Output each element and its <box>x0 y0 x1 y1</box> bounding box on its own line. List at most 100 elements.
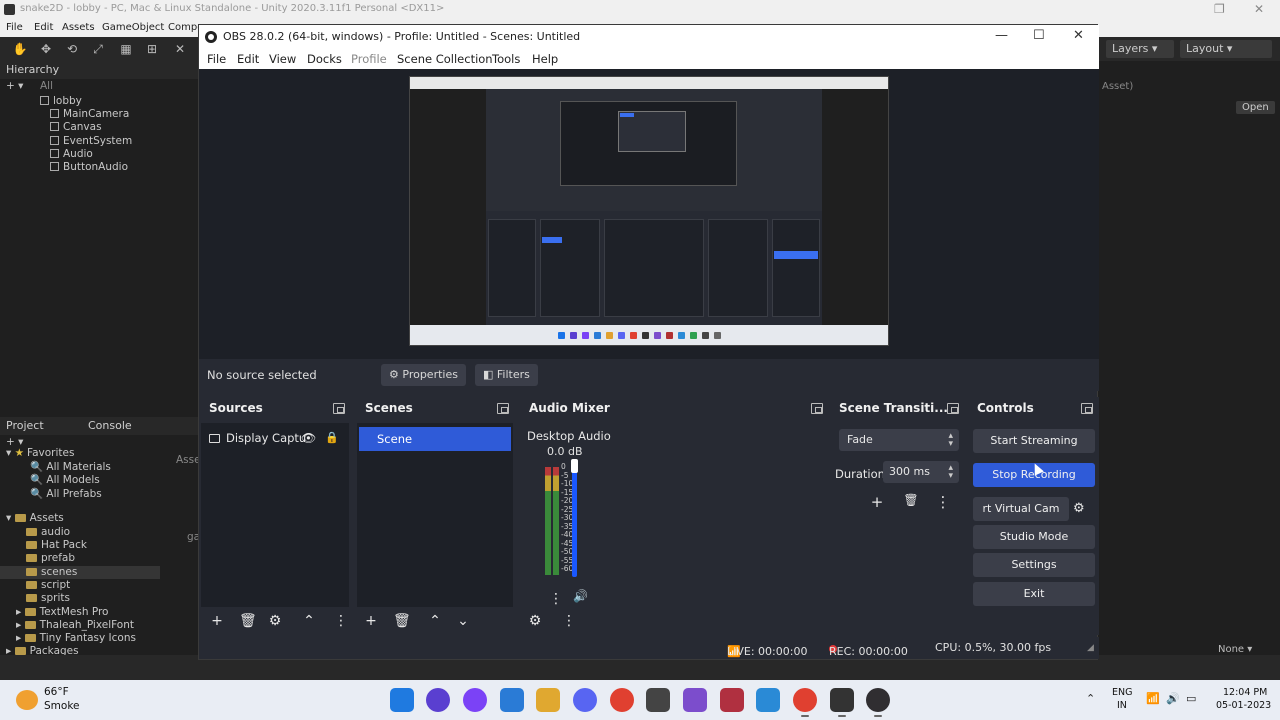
asset-folder[interactable]: scenes <box>26 566 77 578</box>
hierarchy-item[interactable]: Audio <box>50 148 93 160</box>
unity-menu-gameobject[interactable]: GameObject <box>102 22 164 33</box>
obs-icon[interactable] <box>866 688 890 717</box>
language-indicator[interactable]: ENG <box>1112 687 1132 698</box>
asset-folder[interactable]: Hat Pack <box>26 539 87 551</box>
discord-icon[interactable] <box>573 688 597 712</box>
studio-mode-button[interactable]: Studio Mode <box>973 525 1095 549</box>
layout-dropdown[interactable]: Layout ▾ <box>1180 40 1272 58</box>
asset-folder[interactable]: script <box>26 579 70 591</box>
program-preview[interactable] <box>409 76 889 346</box>
tab-console[interactable]: Console <box>88 419 132 432</box>
transition-menu-icon[interactable]: ⋮ <box>935 493 951 511</box>
unity-menu-file[interactable]: File <box>6 22 23 33</box>
filters-button[interactable]: ◧ Filters <box>475 364 538 386</box>
clock-time[interactable]: 12:04 PM <box>1223 687 1267 698</box>
more-options-icon[interactable]: ⋮ <box>333 613 349 629</box>
favorite-item[interactable]: 🔍 All Materials <box>30 460 111 473</box>
eye-icon[interactable]: 👁 <box>301 431 316 445</box>
undock-icon[interactable] <box>333 403 345 414</box>
app-icon[interactable] <box>463 688 487 712</box>
asset-folder[interactable]: ▸ Thaleah_PixelFont <box>16 619 134 631</box>
start-icon[interactable] <box>390 688 414 712</box>
virtual-cam-settings-icon[interactable]: ⚙ <box>1073 501 1085 516</box>
hierarchy-item[interactable]: ButtonAudio <box>50 161 128 173</box>
chrome-icon[interactable] <box>610 688 634 712</box>
unity-icon[interactable] <box>830 688 854 717</box>
none-dropdown[interactable]: None ▾ <box>1218 644 1252 655</box>
transition-select[interactable]: Fade ▴ ▾ <box>839 429 959 451</box>
mail-icon[interactable] <box>500 688 524 712</box>
add-transition-icon[interactable]: + <box>869 493 885 511</box>
properties-button[interactable]: ⚙ Properties <box>381 364 466 386</box>
remove-transition-icon[interactable]: 🗑 <box>903 493 919 507</box>
hierarchy-scene-lobby[interactable]: lobby <box>40 95 82 107</box>
minimize-icon[interactable]: — <box>995 28 1008 43</box>
undock-icon[interactable] <box>1081 403 1093 414</box>
open-button[interactable]: Open <box>1236 101 1275 114</box>
menu-tools[interactable]: Tools <box>492 52 520 66</box>
assets-folder[interactable]: ▾ Assets <box>6 512 64 524</box>
hand-tool-icon[interactable]: ✋ <box>12 41 28 57</box>
menu-view[interactable]: View <box>269 52 296 66</box>
file-explorer-icon[interactable] <box>536 688 560 712</box>
unity-menu-assets[interactable]: Assets <box>62 22 95 33</box>
menu-file[interactable]: File <box>207 52 226 66</box>
wifi-icon[interactable]: 📶 <box>1146 692 1160 705</box>
resize-grip-icon[interactable]: ◢ <box>1087 643 1094 653</box>
hierarchy-item[interactable]: Canvas <box>50 121 102 133</box>
layers-dropdown[interactable]: Layers ▾ <box>1106 40 1174 58</box>
unity-close-icon[interactable]: ✕ <box>1254 2 1264 16</box>
menu-profile[interactable]: Profile <box>351 52 387 66</box>
start-virtual-cam-button[interactable]: rt Virtual Cam <box>973 497 1069 521</box>
battery-icon[interactable]: ▭ <box>1186 692 1196 705</box>
volume-fader[interactable] <box>571 459 578 577</box>
transform-tool-icon[interactable]: ⊞ <box>144 41 160 57</box>
custom-tool-icon[interactable]: ✕ <box>172 41 188 57</box>
hierarchy-item[interactable]: MainCamera <box>50 108 129 120</box>
scale-tool-icon[interactable]: ⤢ <box>90 41 106 57</box>
visual-studio-icon[interactable] <box>683 688 707 712</box>
asset-folder[interactable]: prefab <box>26 552 75 564</box>
speaker-icon[interactable]: 🔊 <box>573 589 588 603</box>
red-app-icon[interactable] <box>720 688 744 712</box>
unity-restore-icon[interactable]: ❐ <box>1214 2 1225 16</box>
rect-tool-icon[interactable]: ▦ <box>118 41 134 57</box>
menu-docks[interactable]: Docks <box>307 52 342 66</box>
rotate-tool-icon[interactable]: ⟲ <box>64 41 80 57</box>
chat-icon[interactable] <box>426 688 450 712</box>
asset-folder[interactable]: audio <box>26 526 70 538</box>
unity-menu-edit[interactable]: Edit <box>34 22 53 33</box>
hierarchy-add-icon[interactable]: + ▾ <box>6 80 23 92</box>
start-streaming-button[interactable]: Start Streaming <box>973 429 1095 453</box>
menu-scene-collection[interactable]: Scene Collection <box>397 52 493 66</box>
mixer-menu-icon[interactable]: ⋮ <box>561 613 577 629</box>
close-icon[interactable]: ✕ <box>1073 28 1084 43</box>
source-item[interactable]: Display Captu 👁 🔒 <box>209 431 349 447</box>
asset-folder[interactable]: sprits <box>26 592 70 604</box>
volume-icon[interactable]: 🔊 <box>1166 692 1180 705</box>
asset-folder[interactable]: ▸ TextMesh Pro <box>16 606 109 618</box>
add-scene-icon[interactable]: + <box>363 613 379 629</box>
tray-chevron-icon[interactable]: ⌃ <box>1086 692 1095 705</box>
menu-edit[interactable]: Edit <box>237 52 259 66</box>
move-tool-icon[interactable]: ✥ <box>38 41 54 57</box>
favorite-item[interactable]: 🔍 All Models <box>30 473 100 486</box>
chrome-icon-2[interactable] <box>793 688 817 717</box>
add-source-icon[interactable]: + <box>209 613 225 629</box>
hierarchy-item[interactable]: EventSystem <box>50 135 132 147</box>
channel-menu-icon[interactable]: ⋮ <box>549 591 563 607</box>
move-down-icon[interactable]: ⌄ <box>455 613 471 629</box>
hierarchy-search-field[interactable]: All <box>40 80 53 92</box>
move-up-icon[interactable]: ⌃ <box>301 613 317 629</box>
unity-hub-icon[interactable] <box>646 688 670 712</box>
exit-button[interactable]: Exit <box>973 582 1095 606</box>
asset-folder[interactable]: ▸ Tiny Fantasy Icons <box>16 632 136 644</box>
source-properties-icon[interactable]: ⚙ <box>267 613 283 629</box>
remove-scene-icon[interactable]: 🗑 <box>393 613 411 629</box>
stepper-icon[interactable]: ▴ ▾ <box>948 464 953 481</box>
weather-icon[interactable] <box>16 690 38 710</box>
duration-input[interactable]: 300 ms ▴ ▾ <box>883 461 959 483</box>
undock-icon[interactable] <box>497 403 509 414</box>
favorite-item[interactable]: 🔍 All Prefabs <box>30 487 102 500</box>
settings-button[interactable]: Settings <box>973 553 1095 577</box>
